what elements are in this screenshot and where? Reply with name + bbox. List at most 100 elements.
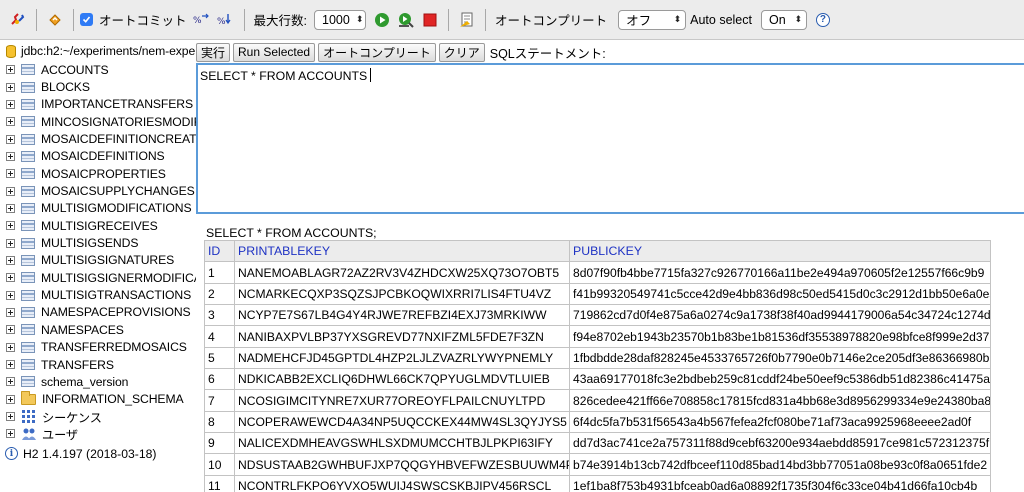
expand-icon[interactable] [6, 377, 15, 387]
expand-icon[interactable] [6, 65, 15, 75]
cell-printablekey: NDSUSTAAB2GWHBUFJXP7QQGYHBVEFWZESBUUWM4P [234, 453, 570, 476]
tree-table-item[interactable]: MULTISIGRECEIVES [0, 217, 196, 234]
expand-icon[interactable] [6, 82, 15, 92]
cell-printablekey: NCONTRLFKPO6YVXO5WUIJ4SWSCSKBJIPV456RSCL [234, 474, 570, 492]
expand-icon[interactable] [6, 394, 15, 404]
tree-table-item[interactable]: TRANSFERREDMOSAICS [0, 339, 196, 356]
tree-item-label: NAMESPACEPROVISIONS [41, 305, 191, 320]
execute-button[interactable]: 実行 [196, 42, 231, 62]
tree-table-item[interactable]: MOSAICPROPERTIES [0, 165, 196, 182]
expand-icon[interactable] [6, 134, 15, 144]
sql-statement-label: SQLステートメント: [489, 46, 606, 61]
cell-id: 5 [204, 346, 235, 370]
expand-icon[interactable] [6, 186, 15, 196]
tree-table-item[interactable]: MOSAICDEFINITIONS [0, 148, 196, 165]
expand-icon[interactable] [6, 273, 15, 283]
cell-id: 11 [204, 474, 235, 492]
run-icon[interactable] [373, 11, 391, 29]
expand-icon[interactable] [6, 325, 15, 335]
tree-table-item[interactable]: MULTISIGTRANSACTIONS [0, 286, 196, 303]
tree-item-label: NAMESPACES [41, 322, 124, 337]
result-table-container[interactable]: ID PRINTABLEKEY PUBLICKEY 1 NANEMOABLAGR7… [204, 240, 994, 492]
tree-table-item[interactable]: NAMESPACEPROVISIONS [0, 304, 196, 321]
autocomplete-button[interactable]: オートコンプリート [318, 42, 436, 62]
cell-printablekey: NCOPERAWEWCD4A34NP5UQCCKEX44MW4SL3QYJYS5 [234, 410, 570, 434]
tree-information-schema[interactable]: INFORMATION_SCHEMA [0, 390, 196, 408]
cell-publickey: f41b99320549741c5cce42d9e4bb836d98c50ed5… [569, 282, 991, 306]
tree-table-item[interactable]: MULTISIGSENDS [0, 234, 196, 251]
autoselect-select[interactable]: On ⬍ [760, 9, 807, 30]
autocomplete-value: オフ [626, 14, 652, 28]
expand-icon[interactable] [6, 255, 15, 265]
table-icon [21, 116, 35, 128]
tree-sequences[interactable]: シーケンス [0, 408, 196, 425]
refresh-icon[interactable] [46, 11, 64, 29]
tree-table-item[interactable]: MOSAICSUPPLYCHANGES [0, 182, 196, 199]
expand-icon[interactable] [6, 238, 15, 248]
cell-id: 7 [204, 389, 235, 412]
expand-icon[interactable] [6, 342, 15, 352]
stop-icon[interactable] [421, 11, 439, 29]
expand-icon[interactable] [6, 290, 15, 300]
tree-table-item[interactable]: MOSAICDEFINITIONCREAT [0, 130, 196, 147]
table-list: ACCOUNTS BLOCKS IMPORTANCETRANSFERS MINCOSI… [0, 61, 196, 391]
expand-icon[interactable] [6, 221, 15, 231]
tree-table-item[interactable]: MULTISIGSIGNATURES [0, 252, 196, 269]
cell-printablekey: NCYP7E7S67LB4G4Y4RJWE7REFBZI4EXJ73MRKIWW [234, 304, 570, 327]
tree-table-item[interactable]: NAMESPACES [0, 321, 196, 338]
table-icon [21, 272, 35, 284]
run-selected-icon[interactable] [397, 11, 415, 29]
tree-table-item[interactable]: MULTISIGSIGNERMODIFICA [0, 269, 196, 286]
cell-printablekey: NADMEHCFJD45GPTDL4HZP2LJLZVAZRLYWYPNEMLY [234, 346, 570, 370]
tree-table-item[interactable]: TRANSFERS [0, 356, 196, 373]
tree-item-label: MOSAICPROPERTIES [41, 166, 166, 181]
expand-icon[interactable] [6, 307, 15, 317]
tree-table-item[interactable]: BLOCKS [0, 78, 196, 95]
rollback-icon[interactable]: % [193, 11, 211, 29]
expand-icon[interactable] [6, 169, 15, 179]
max-rows-select[interactable]: 1000 ⬍ [314, 9, 366, 30]
run-selected-button[interactable]: Run Selected [233, 42, 316, 62]
expand-icon[interactable] [6, 99, 15, 109]
column-header-id[interactable]: ID [204, 240, 235, 263]
table-row: 11 NCONTRLFKPO6YVXO5WUIJ4SWSCSKBJIPV456RS… [204, 474, 991, 492]
sql-editor[interactable]: SELECT * FROM ACCOUNTS [196, 63, 1024, 214]
history-icon[interactable] [458, 11, 476, 29]
cell-printablekey: NANIBAXPVLBP37YXSGREVD77NXIFZML5FDE7F3ZN [234, 325, 570, 348]
tree-table-item[interactable]: ACCOUNTS [0, 61, 196, 78]
table-row: 1 NANEMOABLAGR72AZ2RV3V4ZHDCXW25XQ73O7OBT… [204, 261, 991, 284]
expand-icon[interactable] [6, 412, 15, 422]
tree-table-item[interactable]: MULTISIGMODIFICATIONS [0, 200, 196, 217]
cell-printablekey: NCOSIGIMCITYNRE7XUR77OREOYFLPAILCNUYLTPD [234, 389, 570, 412]
tree-table-item[interactable]: MINCOSIGNATORIESMODIF [0, 113, 196, 130]
tree-item-label: MULTISIGTRANSACTIONS [41, 288, 192, 303]
cell-id: 2 [204, 282, 235, 306]
expand-icon[interactable] [6, 360, 15, 370]
tree-users[interactable]: ユーザ [0, 425, 196, 442]
column-header-publickey[interactable]: PUBLICKEY [569, 240, 991, 263]
sql-text: SELECT * FROM ACCOUNTS [200, 69, 368, 83]
autocomplete-select[interactable]: オフ ⬍ [618, 9, 687, 30]
result-body: 1 NANEMOABLAGR72AZ2RV3V4ZHDCXW25XQ73O7OBT… [204, 261, 991, 492]
cell-printablekey: NCMARKECQXP3SQZSJPCBKOQWIXRRI7LIS4FTU4VZ [234, 282, 570, 306]
disconnect-icon[interactable] [9, 11, 27, 29]
cell-publickey: 8d07f90fb4bbe7715fa327c926770166a11be2e4… [569, 261, 991, 284]
tree-table-item[interactable]: IMPORTANCETRANSFERS [0, 96, 196, 113]
table-row: 2 NCMARKECQXP3SQZSJPCBKOQWIXRRI7LIS4FTU4V… [204, 282, 991, 306]
expand-icon[interactable] [6, 429, 15, 439]
tree-item-label: MULTISIGSIGNATURES [41, 253, 175, 268]
clear-button[interactable]: クリア [438, 42, 485, 62]
column-header-printablekey[interactable]: PRINTABLEKEY [234, 240, 570, 263]
help-icon[interactable]: ? [814, 11, 832, 29]
expand-icon[interactable] [6, 203, 15, 213]
cell-printablekey: NANEMOABLAGR72AZ2RV3V4ZHDCXW25XQ73O7OBT5 [234, 261, 570, 284]
expand-icon[interactable] [6, 117, 15, 127]
autocommit-checkbox[interactable] [80, 13, 93, 26]
info-icon: i [5, 447, 18, 461]
tree-connection[interactable]: jdbc:h2:~/experiments/nem-expe [0, 41, 196, 61]
tree-table-item[interactable]: schema_version [0, 373, 196, 390]
commit-icon[interactable]: % [217, 11, 235, 29]
expand-icon[interactable] [6, 151, 15, 161]
table-icon [21, 306, 35, 318]
table-row: 10 NDSUSTAAB2GWHBUFJXP7QQGYHBVEFWZESBUUWM… [204, 453, 991, 476]
